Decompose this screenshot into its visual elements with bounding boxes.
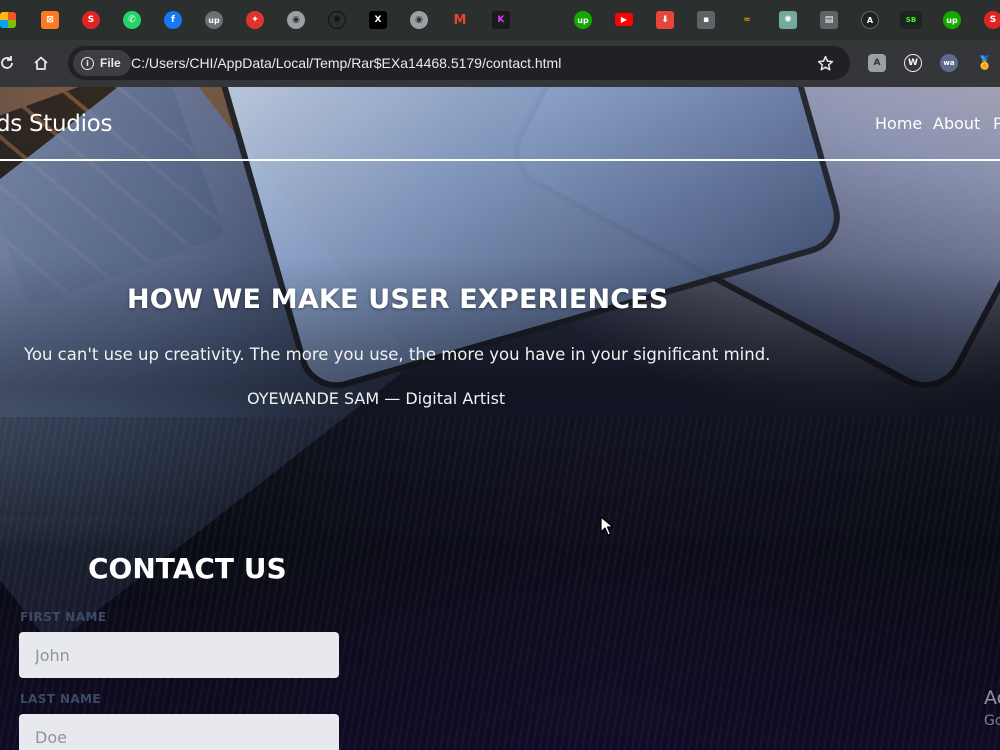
globe-icon-2[interactable]: ◉ [410,11,428,29]
upwork-icon[interactable]: up [574,11,592,29]
bookmark-star-icon[interactable] [814,52,836,74]
header-divider [0,159,1000,161]
gmail-icon[interactable]: M [451,11,469,29]
browser-toolbar: i File C:/Users/CHI/AppData/Local/Temp/R… [0,40,1000,87]
extension-medal-icon[interactable]: 🏅 [976,54,994,72]
scheme-label: File [100,56,121,70]
a-logo-icon[interactable]: A [861,11,879,29]
orange-app-icon[interactable]: ≈ [738,11,756,29]
windows-icon[interactable] [0,12,16,28]
info-icon: i [81,56,94,70]
s-red-icon[interactable]: S [82,11,100,29]
contact-title: CONTACT US [88,552,287,585]
book-icon[interactable]: ▤ [820,11,838,29]
whatsapp-icon[interactable]: ✆ [123,11,141,29]
openai-icon[interactable]: ✺ [779,11,797,29]
youtube-icon[interactable]: ▶ [615,13,633,26]
nav-link-home[interactable]: Home [875,114,922,133]
upwork-icon-2[interactable]: up [943,11,961,29]
extension-a-icon[interactable]: A [868,54,886,72]
site-info-chip[interactable]: i File [73,50,131,76]
bookmarks-bar: ⊠ S ✆ f up ✦ ◉ ✺ X ◉ M K up ▶ ⬇ ▪ ≈ ✺ ▤ … [0,0,1000,40]
k-icon[interactable]: K [492,11,510,29]
page-viewport: ds Studios Home About P HOW WE MAKE USER… [0,87,1000,750]
home-icon[interactable] [30,52,52,74]
nav-link-truncated[interactable]: P [993,114,1000,133]
facebook-icon[interactable]: f [164,11,182,29]
s-red-icon-2[interactable]: S [984,11,1000,29]
nav-link-about[interactable]: About [933,114,980,133]
extension-w-icon[interactable]: W [904,54,922,72]
last-name-input[interactable] [19,714,339,750]
address-bar[interactable]: i File C:/Users/CHI/AppData/Local/Temp/R… [68,46,850,80]
first-name-label: FIRST NAME [20,610,107,624]
red-app-icon[interactable]: ✦ [246,11,264,29]
globe-icon[interactable]: ◉ [287,11,305,29]
activate-windows-subtext: Go [984,713,1000,729]
site-logo-text[interactable]: ds Studios [0,111,112,137]
activate-windows-watermark: Ac [984,687,1000,709]
hero-quote: You can't use up creativity. The more yo… [24,345,771,364]
hero-author: OYEWANDE SAM — Digital Artist [247,389,506,408]
first-name-input[interactable] [19,632,339,678]
last-name-label: LAST NAME [20,692,102,706]
grey-app-icon[interactable]: ▪ [697,11,715,29]
hero-title: HOW WE MAKE USER EXPERIENCES [127,284,669,315]
extension-wa-icon[interactable]: wa [940,54,958,72]
url-text[interactable]: C:/Users/CHI/AppData/Local/Temp/Rar$EXa1… [131,55,561,71]
slot-bet-icon[interactable]: SB [900,11,922,29]
x-icon[interactable]: X [369,11,387,29]
xampp-icon[interactable]: ⊠ [41,11,59,29]
upwork-grey-icon[interactable]: up [205,11,223,29]
chatgpt-icon[interactable]: ✺ [328,11,346,29]
reload-icon[interactable] [0,52,18,74]
download-icon[interactable]: ⬇ [656,11,674,29]
